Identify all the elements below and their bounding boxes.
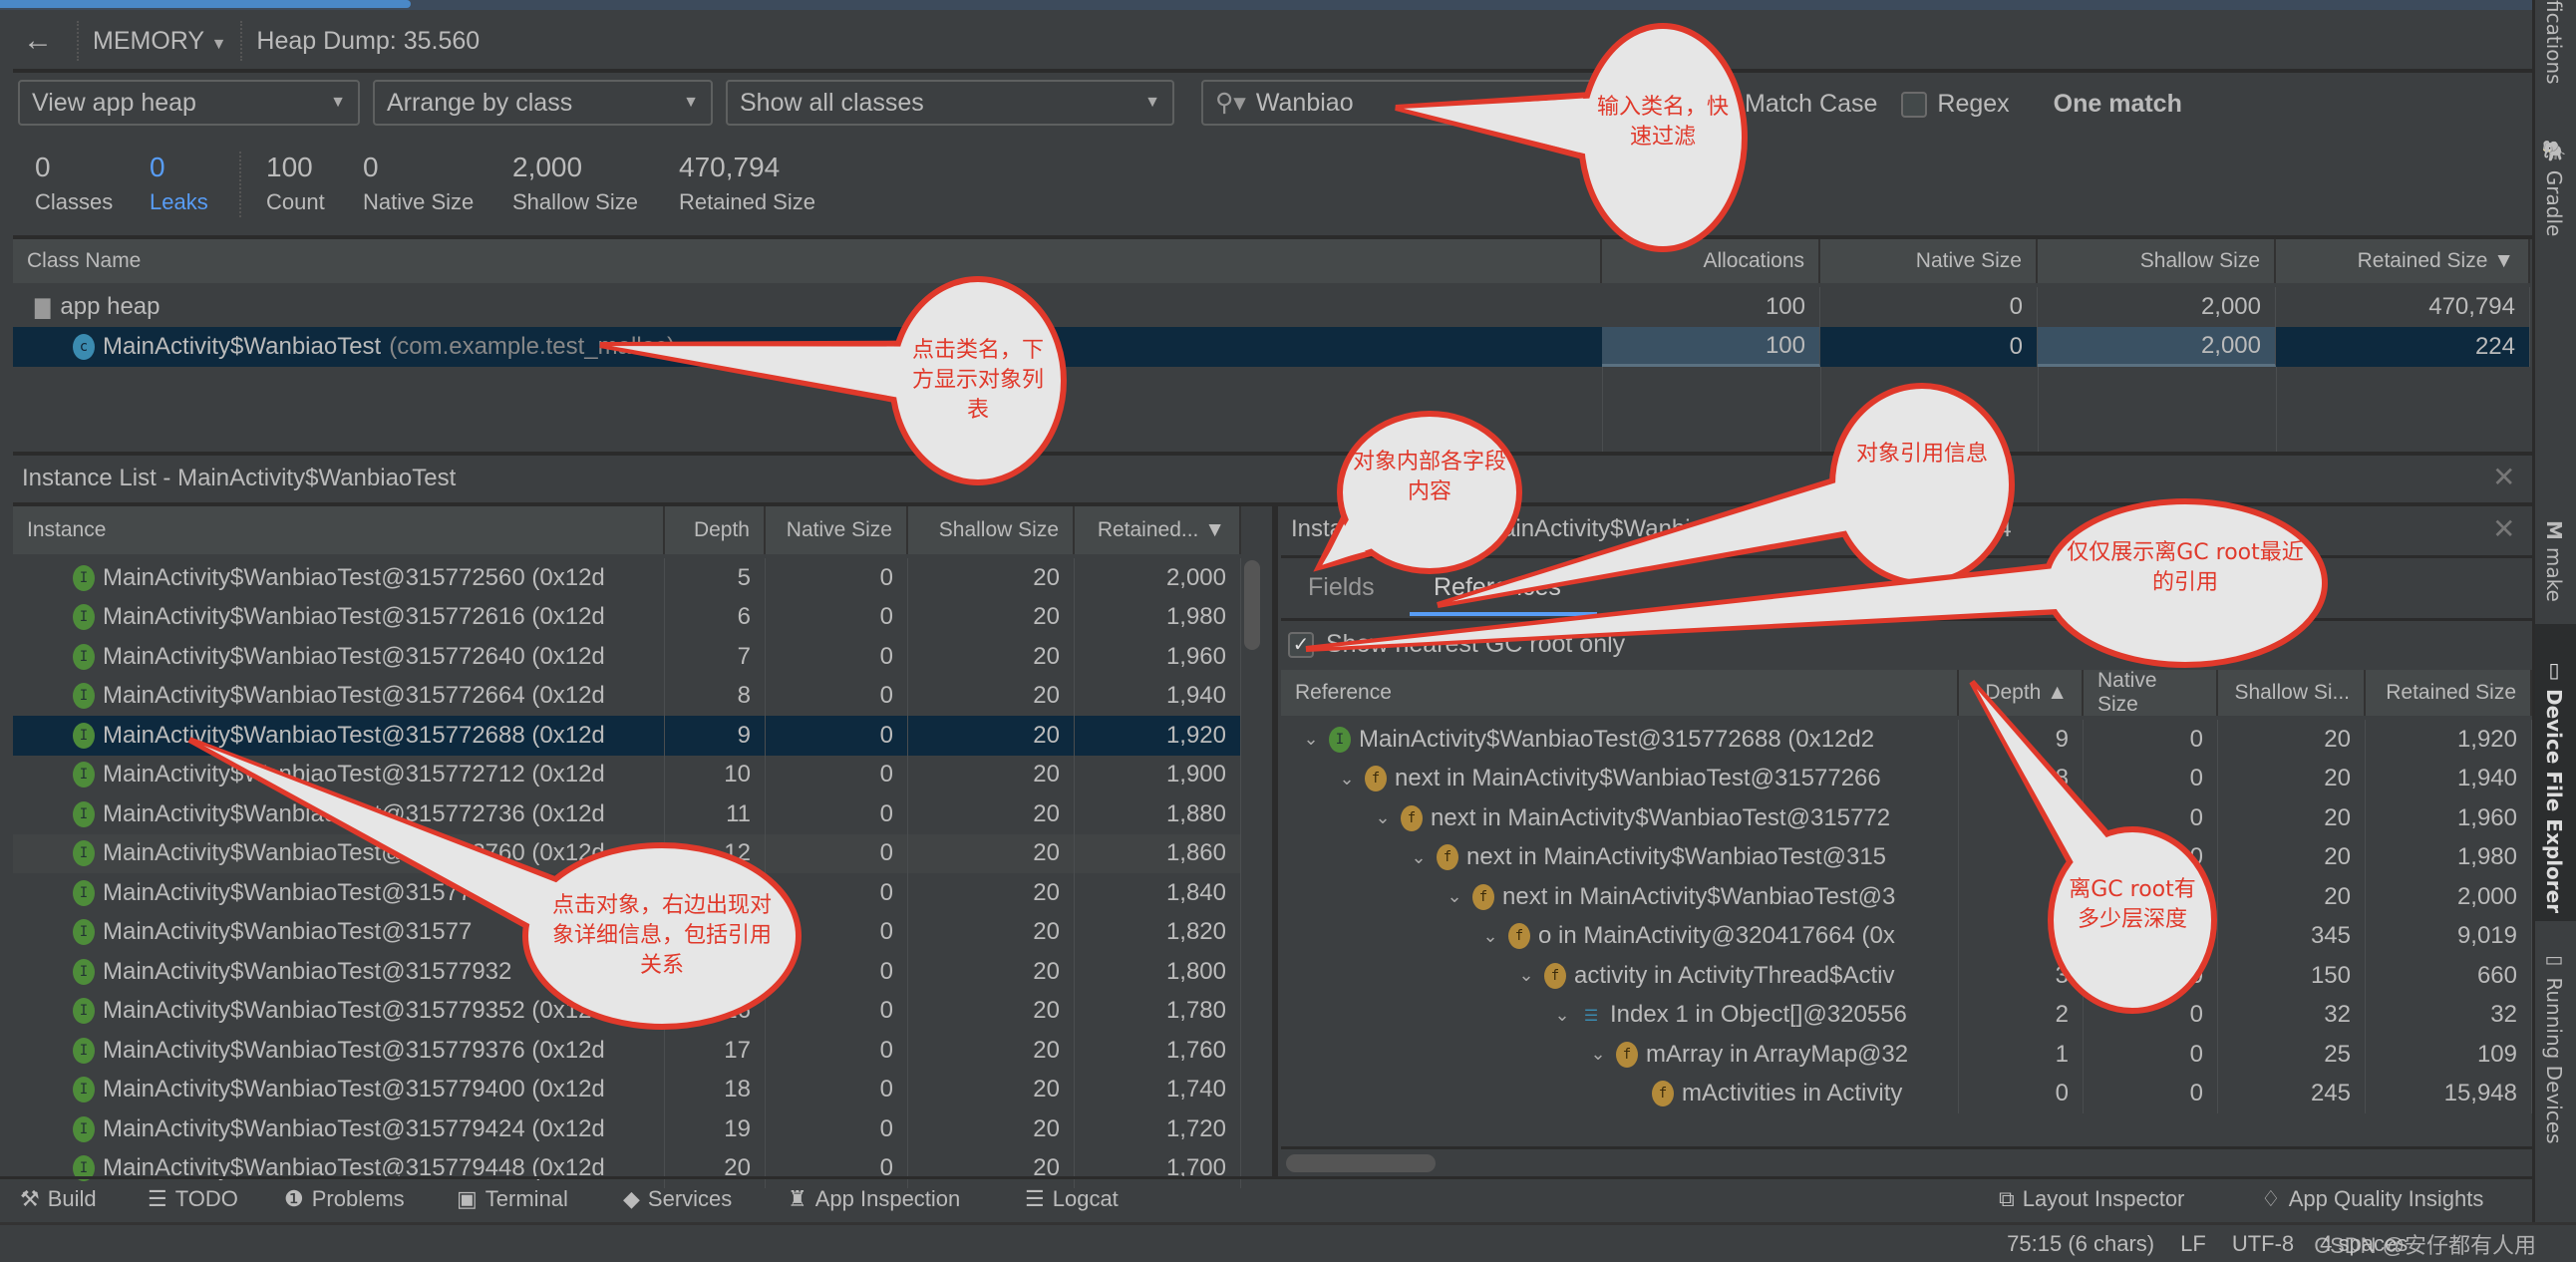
column-divider — [1602, 367, 1603, 452]
annotation-layer — [187, 23, 2328, 1030]
annotation-text: 仅仅展示离GC root最近的引用 — [2067, 540, 2304, 595]
annotation-callout — [1969, 680, 2217, 1014]
column-divider — [2276, 367, 2277, 452]
annotation-text: 离GC root有多少层深度 — [2069, 877, 2196, 932]
annotation-text: 对象引用信息 — [1855, 442, 1988, 467]
column-divider — [1820, 367, 1821, 452]
annotation-text: 点击对象，右边出现对象详细信息，包括引用关系 — [551, 893, 772, 978]
annotation-callout — [1437, 383, 2015, 608]
annotation-text: 对象内部各字段内容 — [1352, 450, 1506, 504]
column-divider — [2038, 367, 2039, 452]
annotation-text: 输入类名，快速过滤 — [1596, 95, 1729, 150]
annotation-text: 点击类名，下方显示对象列表 — [911, 338, 1044, 423]
annotation-callout — [187, 737, 802, 1030]
